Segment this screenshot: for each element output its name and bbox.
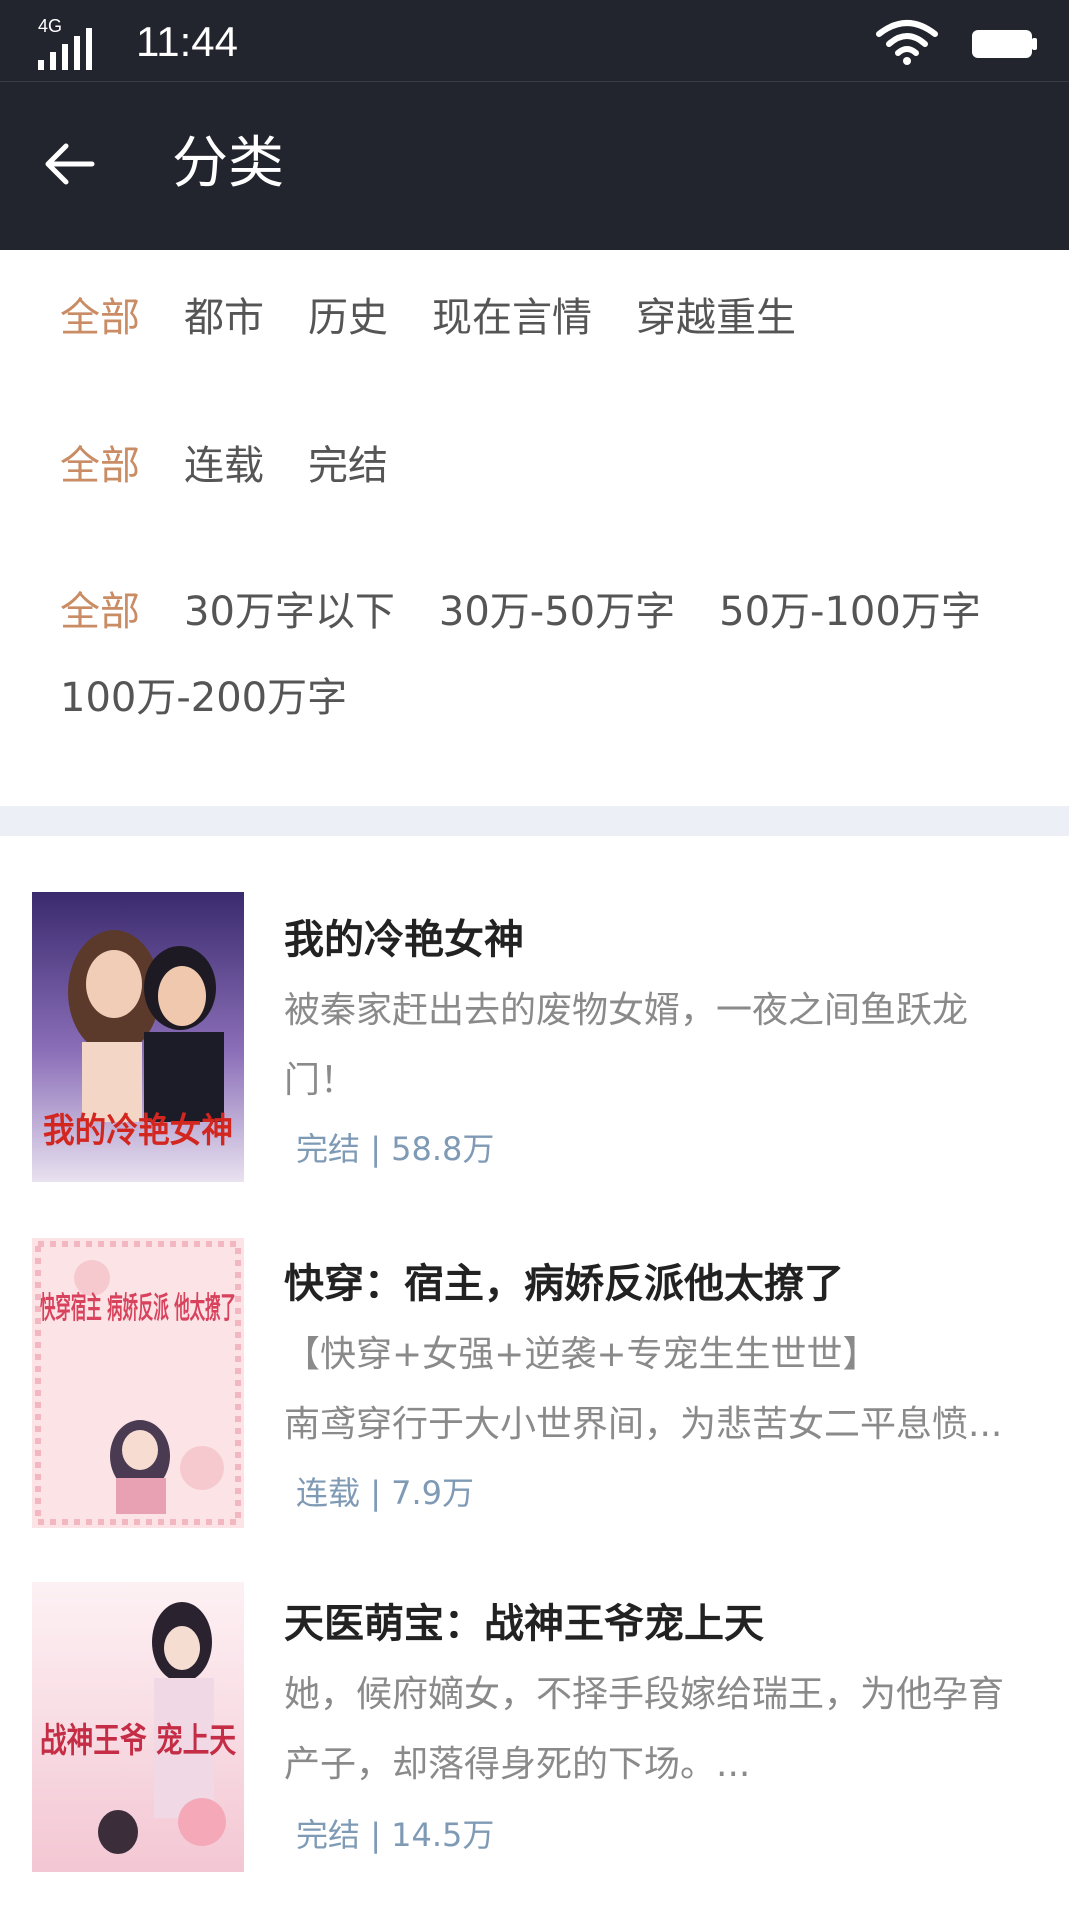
cover-title: 快穿宿主 病娇反派 他太撩了	[40, 1291, 236, 1326]
book-description: 她，候府嫡女，不择手段嫁给瑞王，为他孕育产子，却落得身死的下场。...	[284, 1674, 1005, 1785]
status-filter-row: 全部 连载 完结	[60, 434, 1040, 498]
wordcount-filter-all[interactable]: 全部	[60, 580, 140, 644]
wordcount-filter-50-100w[interactable]: 50万-100万字	[719, 580, 981, 644]
status-time: 11:44	[136, 18, 238, 65]
status-bar: 4G 11:44	[0, 0, 1069, 82]
signal-icon: 4G	[38, 16, 92, 70]
book-description: 被秦家赶出去的废物女婿，一夜之间鱼跃龙门！	[284, 990, 969, 1101]
book-word-count: 58.8万	[391, 1130, 495, 1168]
book-list-item[interactable]: 快穿宿主 病娇反派 他太撩了 快穿：宿主，病娇反派他太撩了 【快穿+女强+逆袭+…	[0, 1238, 1069, 1558]
category-filter-row: 全部 都市 历史 现在言情 穿越重生	[60, 286, 1040, 350]
book-meta: 连载 | 7.9万	[296, 1468, 474, 1518]
book-description: 【快穿+女强+逆袭+专宠生生世世】 南鸢穿行于大小世界间，为悲苦女二平息愤...	[284, 1320, 1024, 1460]
book-status: 连载	[296, 1474, 361, 1512]
wordcount-filter-30-50w[interactable]: 30万-50万字	[439, 580, 675, 644]
back-arrow-icon[interactable]	[40, 134, 100, 194]
book-word-count: 7.9万	[391, 1474, 475, 1512]
book-meta: 完结 | 14.5万	[296, 1810, 494, 1860]
book-meta: 完结 | 58.8万	[296, 1124, 494, 1174]
category-filter-all[interactable]: 全部	[60, 286, 140, 350]
word-count-filter-row: 全部 30万字以下 30万-50万字 50万-100万字 100万-200万字	[60, 580, 1040, 730]
cover-title: 战神王爷 宠上天	[40, 1721, 236, 1761]
category-filter-time-travel[interactable]: 穿越重生	[636, 286, 796, 350]
category-filter-history[interactable]: 历史	[308, 286, 388, 350]
category-filter-urban[interactable]: 都市	[184, 286, 264, 350]
wordcount-filter-100-200w[interactable]: 100万-200万字	[60, 666, 347, 730]
book-title: 我的冷艳女神	[284, 917, 524, 963]
book-title: 快穿：宿主，病娇反派他太撩了	[284, 1261, 844, 1307]
book-description-line-2: 南鸢穿行于大小世界间，为悲苦女二平息愤...	[284, 1404, 1003, 1445]
book-cover: 快穿宿主 病娇反派 他太撩了	[32, 1238, 244, 1528]
book-word-count: 14.5万	[391, 1816, 495, 1854]
book-status: 完结	[296, 1816, 361, 1854]
meta-separator: |	[370, 1474, 381, 1512]
book-list-item[interactable]: 我的冷艳女神 我的冷艳女神 被秦家赶出去的废物女婿，一夜之间鱼跃龙门！ 完结 |…	[0, 892, 1069, 1212]
filter-panel: 全部 都市 历史 现在言情 穿越重生 全部 连载 完结 全部 30万字以下 30…	[0, 250, 1069, 806]
book-description-line-1: 【快穿+女强+逆袭+专宠生生世世】	[284, 1334, 879, 1375]
top-navigation-bar: 分类	[0, 82, 1069, 250]
section-divider	[0, 806, 1069, 836]
status-filter-all[interactable]: 全部	[60, 434, 140, 498]
page-title: 分类	[172, 131, 284, 196]
meta-separator: |	[370, 1816, 381, 1854]
cover-title: 我的冷艳女神	[43, 1111, 233, 1151]
battery-icon	[972, 30, 1037, 58]
network-type: 4G	[38, 16, 62, 36]
book-cover: 我的冷艳女神	[32, 892, 244, 1182]
status-filter-completed[interactable]: 完结	[308, 434, 388, 498]
book-status: 完结	[296, 1130, 361, 1168]
book-list-item[interactable]: 战神王爷 宠上天 天医萌宝：战神王爷宠上天 她，候府嫡女，不择手段嫁给瑞王，为他…	[0, 1582, 1069, 1902]
category-filter-romance[interactable]: 现在言情	[432, 286, 592, 350]
wordcount-filter-under-30w[interactable]: 30万字以下	[184, 580, 395, 644]
meta-separator: |	[370, 1130, 381, 1168]
wifi-icon	[876, 20, 938, 65]
book-cover: 战神王爷 宠上天	[32, 1582, 244, 1872]
book-title: 天医萌宝：战神王爷宠上天	[284, 1601, 764, 1647]
status-filter-ongoing[interactable]: 连载	[184, 434, 264, 498]
